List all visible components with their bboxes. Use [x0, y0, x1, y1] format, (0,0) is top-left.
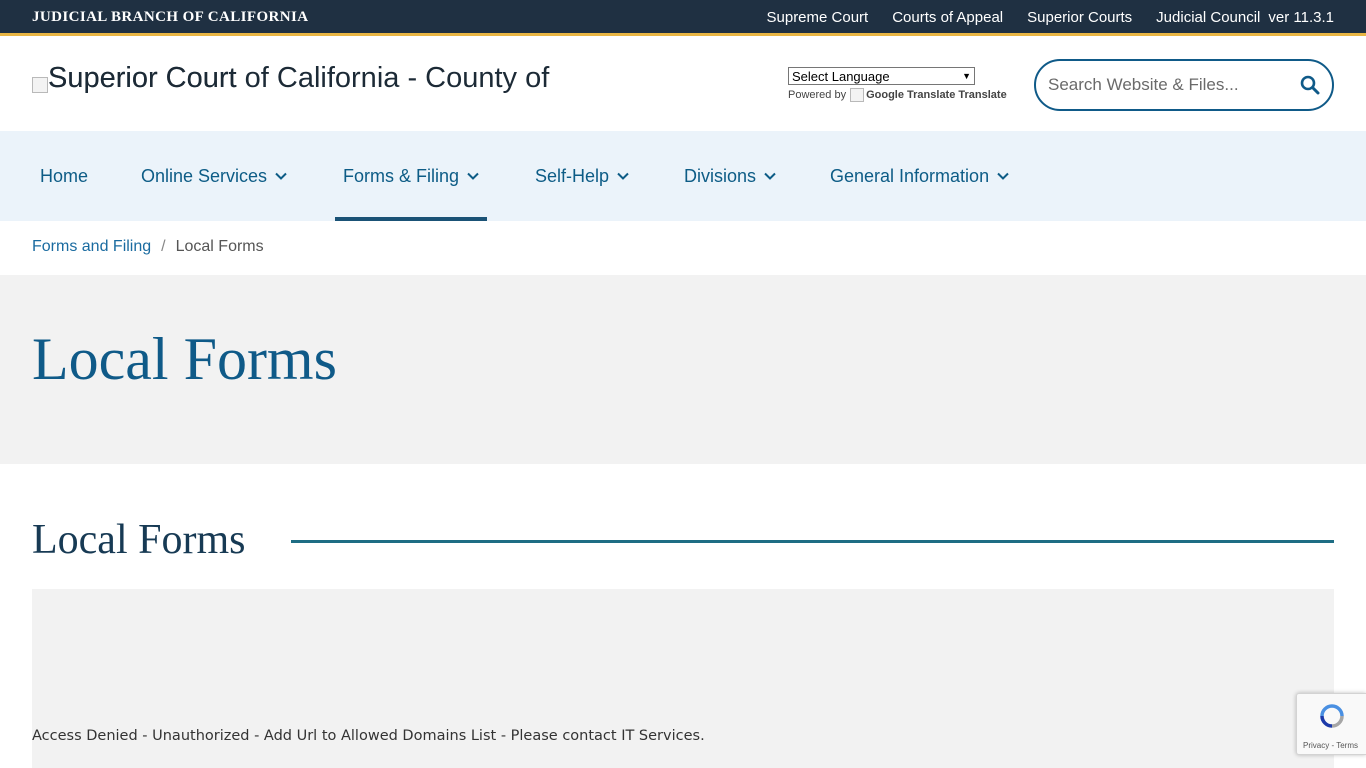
- logo-alt-text-overlap: Superior Court: [48, 62, 237, 94]
- language-select[interactable]: Select Language ▼: [788, 67, 975, 85]
- chevron-down-icon: [617, 172, 629, 180]
- top-link-superior-courts[interactable]: Superior Courts: [1027, 9, 1132, 26]
- breadcrumb: Forms and Filing / Local Forms: [32, 238, 264, 256]
- nav-item-label: Forms & Filing: [343, 165, 460, 186]
- top-link-judicial-council[interactable]: Judicial Council: [1156, 9, 1260, 26]
- nav-item-label: Divisions: [684, 165, 757, 186]
- top-links: Supreme Court Courts of Appeal Superior …: [767, 9, 1335, 26]
- access-denied-message: Access Denied - Unauthorized - Add Url t…: [32, 728, 705, 744]
- chevron-down-icon: ▼: [962, 71, 971, 81]
- site-search: [1034, 59, 1334, 111]
- version-label: ver 11.3.1: [1268, 9, 1334, 26]
- chevron-down-icon: [275, 172, 287, 180]
- nav-item-label: Home: [40, 165, 89, 186]
- recaptcha-badge[interactable]: Privacy - Terms: [1296, 693, 1366, 755]
- search-input[interactable]: [1048, 75, 1288, 95]
- recaptcha-icon: [1320, 704, 1344, 728]
- forms-content-box: Access Denied - Unauthorized - Add Url t…: [32, 589, 1334, 768]
- breadcrumb-current: Local Forms: [175, 238, 264, 255]
- nav-item-general-information[interactable]: General Information: [830, 131, 1009, 221]
- nav-item-forms-filing[interactable]: Forms & Filing: [334, 131, 488, 221]
- chevron-down-icon: [764, 172, 776, 180]
- court-logo-link[interactable]: Superior Court of California - County of…: [32, 61, 612, 101]
- top-link-supreme-court[interactable]: Supreme Court: [767, 9, 869, 26]
- section-title: Local Forms: [32, 517, 246, 563]
- recaptcha-terms-link[interactable]: Terms: [1336, 741, 1358, 750]
- nav-item-label: General Information: [830, 165, 990, 186]
- search-icon[interactable]: [1300, 75, 1320, 95]
- nav-item-self-help[interactable]: Self-Help: [535, 131, 629, 221]
- recaptcha-links: Privacy - Terms: [1303, 741, 1358, 750]
- chevron-down-icon: [997, 172, 1009, 180]
- translate-link[interactable]: Translate: [958, 89, 1006, 101]
- nav-item-divisions[interactable]: Divisions: [684, 131, 776, 221]
- judicial-branch-title: JUDICIAL BRANCH OF CALIFORNIA: [32, 9, 309, 25]
- recaptcha-privacy-link[interactable]: Privacy: [1303, 741, 1329, 750]
- breadcrumb-forms-and-filing[interactable]: Forms and Filing: [32, 238, 151, 255]
- powered-by-google: Powered by Google Translate Translate: [788, 88, 1007, 102]
- main-nav: Home Online Services Forms & Filing Self…: [0, 131, 1366, 221]
- chevron-down-icon: [467, 172, 479, 180]
- section-divider: [291, 540, 1334, 543]
- powered-by-label: Powered by: [788, 89, 847, 101]
- nav-item-label: Online Services: [141, 165, 268, 186]
- nav-item-online-services[interactable]: Online Services: [141, 131, 287, 221]
- google-translate-widget: Select Language ▼ Powered by Google Tran…: [788, 67, 1007, 102]
- top-link-courts-of-appeal[interactable]: Courts of Appeal: [892, 9, 1003, 26]
- page-title: Local Forms: [32, 326, 337, 392]
- nav-item-home[interactable]: Home: [40, 131, 88, 221]
- top-bar: JUDICIAL BRANCH OF CALIFORNIA Supreme Co…: [0, 0, 1366, 36]
- google-translate-alt-text: Google Translate: [866, 89, 956, 101]
- breadcrumb-separator: /: [161, 238, 166, 255]
- site-header: Superior Court of California - County of…: [0, 39, 1366, 131]
- page-hero: Local Forms: [0, 275, 1366, 464]
- language-select-value: Select Language: [792, 68, 890, 84]
- broken-image-icon: [32, 77, 48, 93]
- broken-image-icon: [850, 88, 865, 102]
- nav-item-label: Self-Help: [535, 165, 610, 186]
